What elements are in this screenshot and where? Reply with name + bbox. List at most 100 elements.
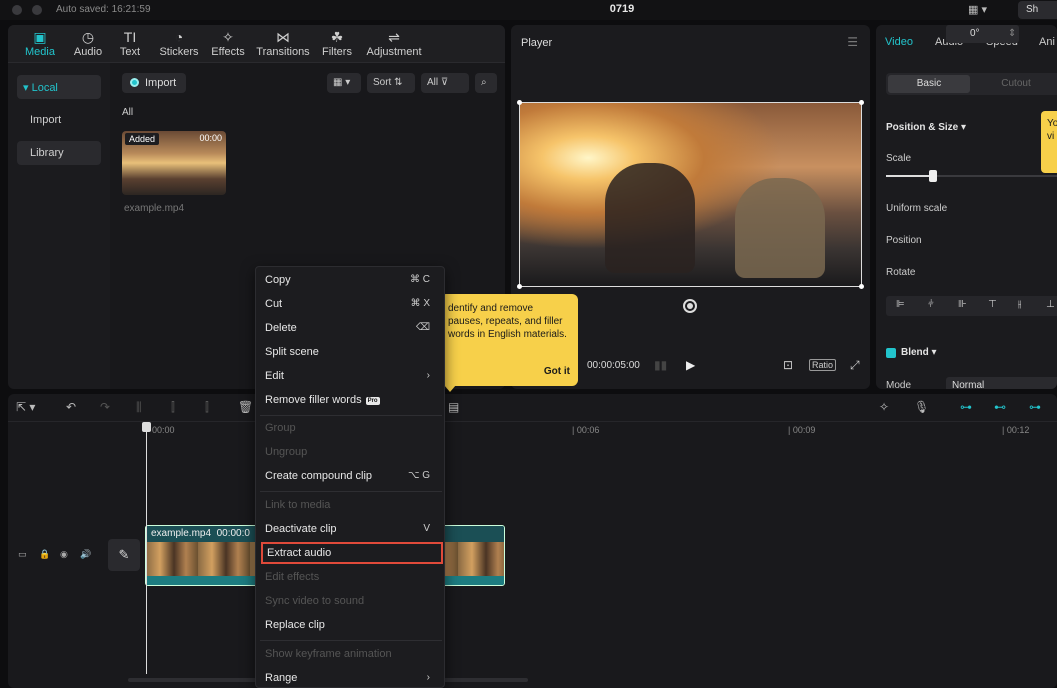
menu-item-range[interactable]: Range › [256,667,444,688]
segment-basic[interactable]: Basic [888,75,970,93]
sidebar-item-local[interactable]: ▾ Local [17,75,101,99]
menu-item-copy[interactable]: Copy ⌘ C [256,269,444,291]
align-top-icon[interactable]: ⊤ [988,299,997,310]
layout-icon[interactable]: ▦ ▾ [968,3,987,16]
split-left-icon[interactable]: ⫿ [171,400,175,415]
select-cursor-icon[interactable]: ⇱ ▾ [16,400,35,414]
adjustment-icon: ⇌ [388,29,400,45]
anchor-point-icon[interactable] [683,299,697,313]
playhead[interactable] [142,422,151,674]
menu-item-remove-filler-words[interactable]: Remove filler words Pro [256,389,444,411]
ruler-mark: | 00:09 [788,425,816,435]
menu-item-create-compound-clip[interactable]: Create compound clip ⌥ G [256,465,444,487]
scale-slider[interactable] [886,170,1057,182]
import-icon [130,78,139,87]
delete-icon[interactable]: 🗑 [238,400,253,414]
view-toggle-button[interactable]: ▦ ▾ [327,73,361,93]
menu-icon[interactable]: ☰ [847,35,858,49]
filter-icon: ⊽ [440,77,449,88]
resize-handle[interactable] [517,284,522,289]
hint-tooltip: Yo vi [1041,111,1057,173]
slider-knob[interactable] [929,170,937,182]
tab-text[interactable]: TI Text [112,29,148,58]
split-right-icon[interactable]: ⫿ [205,400,209,415]
rotate-input[interactable]: 0° ⇕ [946,25,1019,43]
tab-adjustment[interactable]: ⇌ Adjustment [363,29,425,58]
tab-filters[interactable]: ☘ Filters [317,29,357,58]
track-cover-icon[interactable]: ▭ [18,549,27,560]
tab-audio[interactable]: ◷ Audio [65,29,111,58]
menu-item-extract-audio[interactable]: Extract audio [261,542,443,564]
tab-stickers[interactable]: ◔ Stickers [154,29,204,58]
tab-animation[interactable]: Ani [1039,36,1055,48]
fit-screen-icon[interactable]: ⊡ [783,358,793,372]
effects-icon: ✧ [222,29,234,45]
basic-cutout-toggle: Basic Cutout [886,73,1057,95]
filters-icon: ☘ [330,29,344,45]
tab-media[interactable]: ▣ Media [17,29,63,58]
menu-item-deactivate-clip[interactable]: Deactivate clip V [256,518,444,540]
menu-item-split-scene[interactable]: Split scene [256,341,444,363]
align-bottom-icon[interactable]: ⊥ [1046,299,1055,310]
lock-icon[interactable]: 🔒 [39,549,50,560]
menu-item-edit[interactable]: Edit › [256,365,444,387]
sort-button[interactable]: Sort ⇅ [367,73,415,93]
magic-icon[interactable]: ✧ [879,400,889,414]
pro-badge: Pro [365,397,380,405]
blend-label: Blend ▾ [901,347,937,358]
blend-checkbox[interactable] [886,348,896,358]
media-tabs: ▣ Media ◷ Audio TI Text ◔ Stickers ✧ Eff… [8,25,505,63]
audio-icon: ◷ [81,29,95,45]
chevron-right-icon: › [426,672,430,683]
position-size-heading: Position & Size ▾ [886,122,967,133]
volume-icon[interactable]: 🔊 [80,549,91,560]
menu-item-delete[interactable]: Delete ⌫ [256,317,444,339]
tab-video[interactable]: Video [885,36,913,48]
clip-duration: 00:00 [199,133,222,143]
got-it-button[interactable]: Got it [544,365,570,378]
align-right-icon[interactable]: ⊪ [958,299,967,310]
align-middle-icon[interactable]: ⫲ [1018,299,1021,310]
fullscreen-icon[interactable]: ⤢ [850,358,860,373]
microphone-icon[interactable]: 🎙 [914,400,929,414]
alignment-toolbar: ⊫ ⫩ ⊪ ⊤ ⫲ ⊥ [886,296,1057,316]
menu-item-cut[interactable]: Cut ⌘ X [256,293,444,315]
blend-mode-select[interactable]: Normal [946,377,1057,389]
segment-cutout[interactable]: Cutout [976,78,1056,89]
mode-label: Mode [886,380,912,389]
undo-icon[interactable]: ↶ [66,400,76,414]
filter-button[interactable]: All ⊽ [421,73,469,93]
menu-item-edit-effects: Edit effects [265,571,320,583]
split-icon[interactable]: ⫼ [136,400,142,415]
menu-item-replace-clip[interactable]: Replace clip [256,614,444,636]
snap-icon[interactable]: ⊷ [994,400,1006,414]
search-button[interactable]: ⌕ [475,73,497,93]
tab-transitions[interactable]: ⋈ Transitions [253,29,313,58]
sidebar-item-import[interactable]: Import [17,108,101,132]
media-thumbnail[interactable]: Added 00:00 [122,131,226,195]
resize-handle[interactable] [859,100,864,105]
link-clips-icon[interactable]: ⊶ [960,400,972,414]
timeline-panel: ⇱ ▾ ↶ ↷ ⫼ ⫿ ⫿ 🗑 ▤ ✧ 🎙 ⊶ ⊷ ⊶ 00:00 | 00:0… [8,394,1057,688]
edit-cover-button[interactable]: ✎ [108,539,140,571]
import-button[interactable]: Import [122,73,186,93]
align-left-icon[interactable]: ⊫ [896,299,905,310]
media-filename: example.mp4 [124,203,185,214]
grid-view-icon: ▦ ▾ [333,77,351,88]
tab-effects[interactable]: ✧ Effects [207,29,249,58]
resize-handle[interactable] [517,100,522,105]
video-preview[interactable] [517,100,864,289]
redo-icon[interactable]: ↷ [100,400,110,414]
ratio-button[interactable]: Ratio [809,359,837,371]
menu-item-sync-video-to-sound: Sync video to sound [265,595,365,607]
preview-figure-left [605,163,695,273]
eye-icon[interactable]: ◉ [60,549,68,560]
align-center-icon[interactable]: ⫩ [928,299,934,310]
auto-caption-icon[interactable]: ▤ [448,400,459,414]
sidebar-item-library[interactable]: Library [17,141,101,165]
play-icon[interactable]: ▶ [686,358,695,372]
magnet-icon[interactable]: ⊶ [1029,400,1041,414]
share-button[interactable]: Sh [1018,1,1057,19]
ruler-mark: 00:00 [152,425,175,435]
resize-handle[interactable] [859,284,864,289]
